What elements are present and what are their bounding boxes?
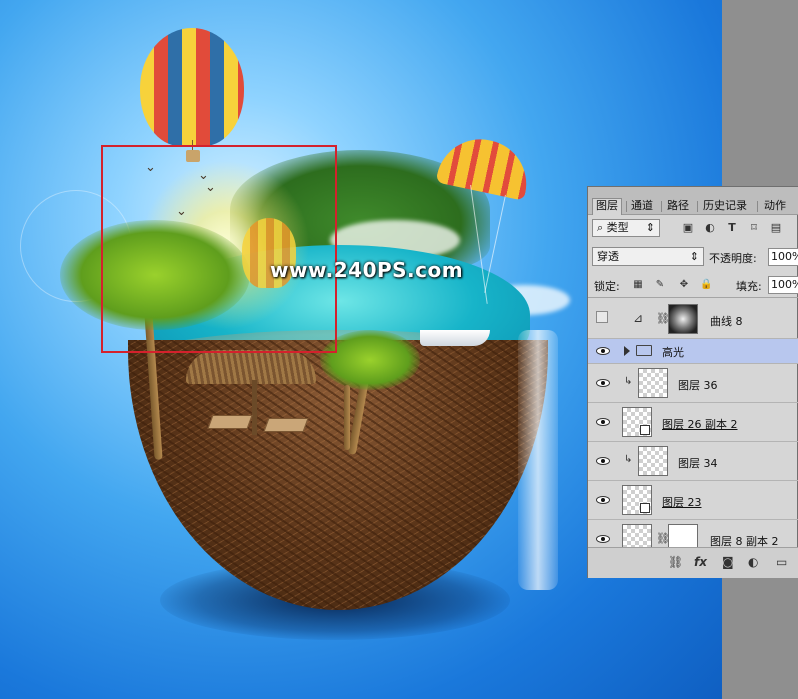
blend-mode-value: 穿透 bbox=[597, 250, 619, 263]
layer-row-group[interactable]: 高光 bbox=[588, 339, 798, 364]
blend-row: 穿透 ⇕ 不透明度: 100% bbox=[588, 245, 798, 269]
lock-all-icon[interactable]: 🔒 bbox=[700, 279, 712, 291]
eye-icon[interactable] bbox=[596, 378, 610, 388]
fill-input[interactable]: 100% bbox=[768, 276, 798, 294]
tab-separator bbox=[697, 201, 698, 212]
shape-filter-icon[interactable]: ⌑ bbox=[748, 222, 760, 234]
lock-row: 锁定: ▦ ✎ ✥ 🔒 填充: 100% bbox=[588, 273, 798, 298]
clipping-arrow-icon: ↳ bbox=[624, 376, 633, 387]
search-icon: ⌕ bbox=[597, 221, 607, 234]
image-filter-icon[interactable]: ▣ bbox=[682, 222, 694, 234]
palm-trunk-small bbox=[344, 385, 350, 450]
folder-icon[interactable]: ▭ bbox=[776, 555, 787, 569]
fill-label: 填充: bbox=[736, 280, 762, 293]
beach-chair bbox=[263, 418, 309, 432]
layer-thumbnail[interactable] bbox=[638, 368, 668, 398]
tab-history[interactable]: 历史记录 bbox=[703, 199, 747, 213]
opacity-input[interactable]: 100% bbox=[768, 248, 798, 266]
link-icon[interactable]: ⛓ bbox=[668, 555, 683, 569]
layers-list: ⊿ ⛓ 曲线 8 高光 ↳ 图层 36 图层 26 副本 2 ↳ 图层 34 图… bbox=[588, 300, 798, 559]
clipping-arrow-icon: ↳ bbox=[624, 454, 633, 465]
opacity-label: 不透明度: bbox=[709, 252, 757, 265]
tab-actions[interactable]: 动作 bbox=[764, 199, 786, 213]
beach-chair bbox=[207, 415, 253, 429]
selection-rectangle[interactable] bbox=[101, 145, 337, 353]
umbrella-pole bbox=[252, 380, 257, 435]
layer-row[interactable]: ↳ 图层 34 bbox=[588, 442, 798, 481]
expand-triangle-icon[interactable] bbox=[624, 346, 630, 356]
curves-adjustment-icon: ⊿ bbox=[632, 311, 644, 325]
layer-thumbnail[interactable] bbox=[622, 407, 652, 437]
updown-icon: ⇕ bbox=[689, 250, 699, 263]
panel-tabbar: 图层 通道 路径 历史记录 动作 bbox=[588, 187, 798, 215]
tab-paths[interactable]: 路径 bbox=[667, 199, 689, 213]
smart-object-badge-icon bbox=[640, 425, 650, 435]
eye-icon[interactable] bbox=[596, 456, 610, 466]
layer-row[interactable]: 图层 23 bbox=[588, 481, 798, 520]
layer-row[interactable]: 图层 26 副本 2 bbox=[588, 403, 798, 442]
type-filter-icon[interactable]: T bbox=[726, 222, 738, 234]
layer-row-curves[interactable]: ⊿ ⛓ 曲线 8 bbox=[588, 300, 798, 339]
lock-pixels-icon[interactable]: ✎ bbox=[654, 279, 666, 291]
watermark-text: www.240PS.com bbox=[270, 258, 464, 282]
eye-icon[interactable] bbox=[596, 495, 610, 505]
updown-icon: ⇕ bbox=[645, 221, 655, 234]
waterfall bbox=[518, 330, 558, 590]
layer-name: 图层 34 bbox=[678, 457, 718, 470]
smart-object-badge-icon bbox=[640, 503, 650, 513]
eye-icon[interactable] bbox=[596, 534, 610, 544]
lock-label: 锁定: bbox=[594, 280, 620, 293]
blend-mode-select[interactable]: 穿透 ⇕ bbox=[592, 247, 704, 266]
tab-separator bbox=[661, 201, 662, 212]
hot-air-balloon bbox=[140, 28, 244, 146]
smart-object-filter-icon[interactable]: ▤ bbox=[770, 222, 782, 234]
layer-thumbnail[interactable] bbox=[638, 446, 668, 476]
filter-row: ⌕ 类型 ⇕ ▣ ◐ T ⌑ ▤ bbox=[588, 217, 798, 241]
fx-icon[interactable]: fx bbox=[694, 555, 707, 569]
layer-thumbnail[interactable] bbox=[622, 485, 652, 515]
adjustment-filter-icon[interactable]: ◐ bbox=[704, 222, 716, 234]
yacht bbox=[420, 330, 490, 346]
tab-separator bbox=[626, 201, 627, 212]
eye-icon[interactable] bbox=[596, 346, 610, 356]
layer-name: 高光 bbox=[662, 346, 684, 359]
layer-name: 曲线 8 bbox=[710, 315, 743, 328]
lock-position-icon[interactable]: ✥ bbox=[678, 279, 690, 291]
folder-icon bbox=[636, 345, 652, 356]
tab-channels[interactable]: 通道 bbox=[631, 199, 653, 213]
lock-transparency-icon[interactable]: ▦ bbox=[632, 279, 644, 291]
add-mask-icon[interactable]: ◙ bbox=[722, 555, 734, 569]
visibility-toggle[interactable] bbox=[596, 311, 608, 323]
filter-kind-select[interactable]: ⌕ 类型 ⇕ bbox=[592, 219, 660, 237]
layer-name: 图层 36 bbox=[678, 379, 718, 392]
filter-kind-label: 类型 bbox=[606, 221, 629, 234]
layer-row[interactable]: ↳ 图层 36 bbox=[588, 364, 798, 403]
layer-mask-thumbnail[interactable] bbox=[668, 304, 698, 334]
tab-separator bbox=[757, 201, 758, 212]
layer-name: 图层 26 副本 2 bbox=[662, 418, 738, 431]
eye-icon[interactable] bbox=[596, 417, 610, 427]
beach-umbrella bbox=[186, 350, 316, 384]
adjustment-icon[interactable]: ◐ bbox=[748, 555, 758, 569]
tab-layers[interactable]: 图层 bbox=[592, 198, 622, 215]
layer-name: 图层 23 bbox=[662, 496, 702, 509]
layers-panel: 图层 通道 路径 历史记录 动作 ⌕ 类型 ⇕ ▣ ◐ T ⌑ ▤ 穿透 ⇕ 不… bbox=[587, 186, 798, 578]
panel-bottom-toolbar: ⛓ fx ◙ ◐ ▭ bbox=[588, 547, 798, 578]
